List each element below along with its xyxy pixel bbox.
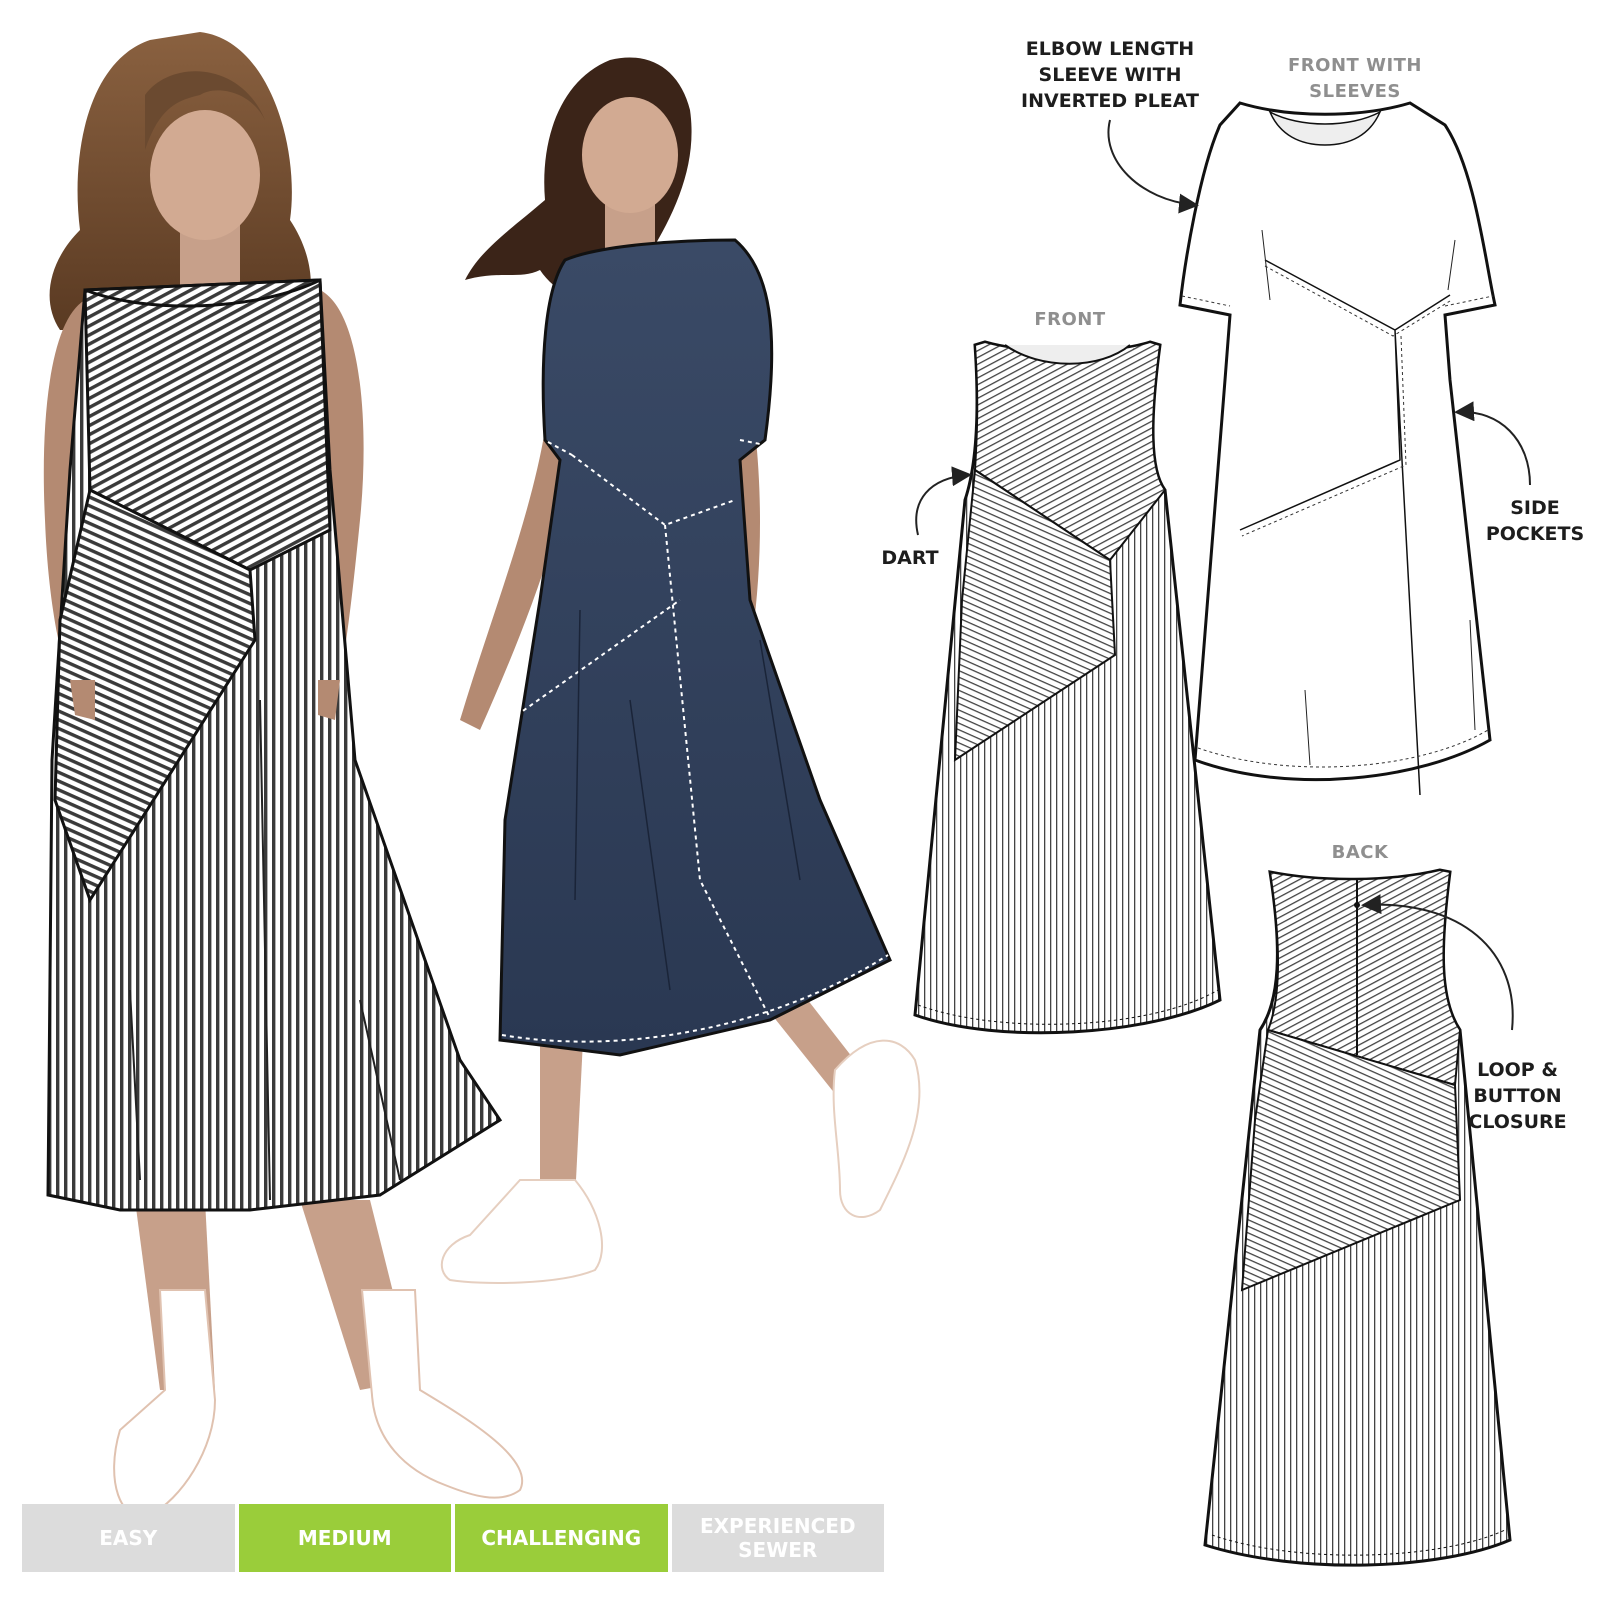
pattern-illustration	[43, 32, 1531, 1567]
level-medium: MEDIUM	[238, 1504, 451, 1572]
label-back: BACK	[1331, 842, 1389, 863]
figure2-face	[582, 97, 678, 213]
difficulty-scale: EASY MEDIUM CHALLENGING EXPERIENCED SEWE…	[22, 1504, 884, 1572]
figure1-dress	[46, 278, 503, 1212]
flat-back	[1203, 868, 1512, 1567]
figure1-right-shoe	[360, 1289, 524, 1499]
label-loop-button: LOOP & BUTTON CLOSURE	[1468, 1059, 1567, 1133]
label-front: FRONT	[1034, 309, 1106, 330]
figure-sleeveless-dress	[43, 32, 524, 1518]
level-experienced-sewer: EXPERIENCED SEWER	[671, 1504, 884, 1572]
figure2-right-shoe	[832, 1039, 921, 1219]
label-dart: DART	[881, 547, 939, 569]
flat-front-with-sleeves	[1178, 101, 1497, 796]
figure1-left-shoe	[113, 1289, 217, 1518]
figure1-face	[150, 110, 260, 240]
level-challenging: CHALLENGING	[455, 1504, 668, 1572]
figure2-left-shoe	[440, 1179, 603, 1284]
arrow-dart	[915, 466, 972, 536]
level-easy: EASY	[22, 1504, 235, 1572]
flat-front	[913, 340, 1222, 1035]
arrow-elbow-sleeve	[1107, 119, 1199, 214]
label-elbow-sleeve: ELBOW LENGTH SLEEVE WITH INVERTED PLEAT	[1021, 38, 1199, 112]
figure-navy-dress	[440, 57, 921, 1284]
arrow-side-pockets	[1454, 401, 1531, 486]
label-side-pockets: SIDE POCKETS	[1485, 497, 1585, 545]
figure2-dress	[498, 238, 892, 1057]
label-front-with-sleeves: FRONT WITH SLEEVES	[1288, 55, 1422, 102]
